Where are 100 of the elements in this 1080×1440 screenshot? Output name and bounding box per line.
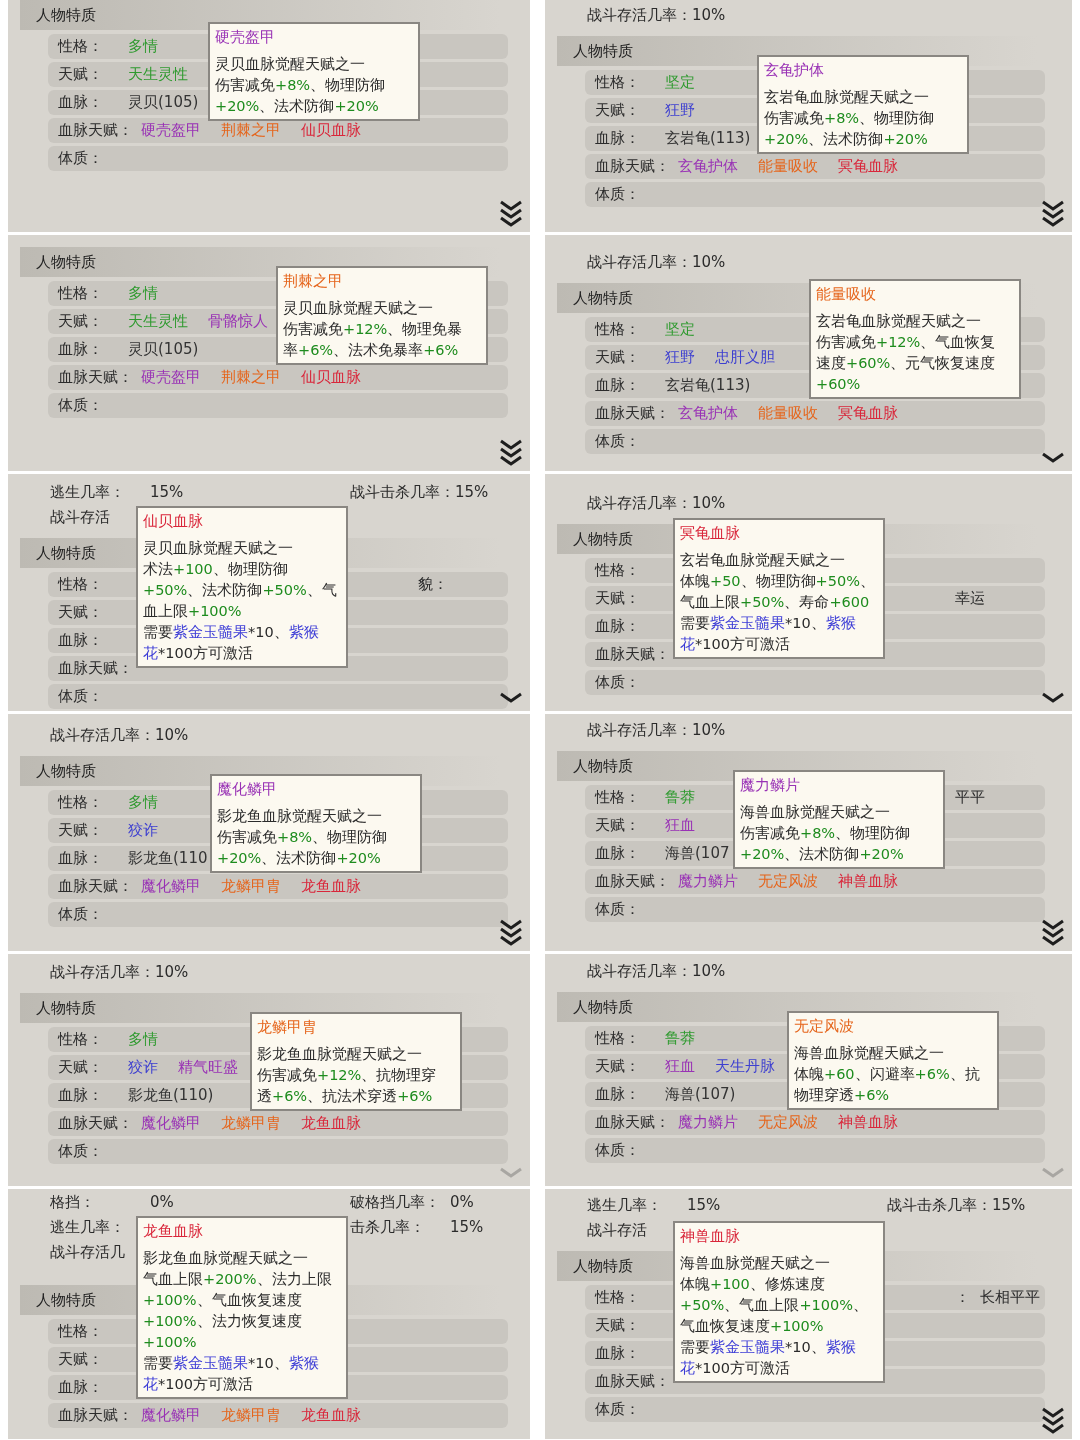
- tooltip-title: 神兽血脉: [680, 1226, 741, 1247]
- tooltip-text: 灵贝血脉觉醒天赋之一 伤害减免+8%、物理防御 +20%、法术防御+20%: [215, 55, 387, 116]
- attribute-label: 血脉天赋：: [595, 403, 670, 422]
- attribute-label: 天赋：: [58, 602, 103, 621]
- attribute-value: 海兽(107: [665, 842, 730, 864]
- stat-label: 逃生几率：: [587, 1196, 662, 1215]
- attribute-label: 性格：: [58, 1321, 103, 1340]
- stat-value: 10%: [155, 725, 189, 747]
- double-chevron-icon[interactable]: [1040, 198, 1066, 228]
- double-chevron-icon[interactable]: [1040, 1405, 1066, 1435]
- attribute-label: 血脉：: [58, 1377, 103, 1396]
- attribute-value: 硬壳盔甲: [141, 366, 201, 388]
- attribute-value: 神兽血脉: [838, 870, 898, 892]
- attribute-value: 鲁莽: [665, 1027, 695, 1049]
- chevron-icon[interactable]: [1040, 451, 1066, 465]
- attribute-label: 体质：: [595, 1140, 640, 1159]
- attribute-value: 多情: [128, 35, 158, 57]
- attribute-label: 血脉天赋：: [595, 1371, 670, 1390]
- attribute-value: 狂血: [665, 814, 695, 836]
- attribute-value: 龙鳞甲胄: [221, 875, 281, 897]
- stat-label: 战斗击杀几率：: [887, 1196, 992, 1215]
- attribute-label: 天赋：: [595, 1315, 640, 1334]
- attribute-value: 狂血: [665, 1055, 695, 1077]
- attribute-value: 忠肝义胆: [715, 346, 775, 368]
- attribute-value: 仙贝血脉: [301, 119, 361, 141]
- tooltip-text: 影龙鱼血脉觉醒天赋之一 伤害减免+12%、抗物理穿 透+6%、抗法术穿透+6%: [257, 1045, 438, 1106]
- attribute-value: 能量吸收: [758, 402, 818, 424]
- stat-value: 10%: [692, 5, 726, 27]
- stat-value: 10%: [155, 962, 189, 984]
- stat-label: 逃生几率：: [50, 483, 125, 502]
- tooltip-title: 龙鱼血脉: [143, 1221, 204, 1242]
- attribute-value: 龙鱼血脉: [301, 875, 361, 897]
- attribute-value: 魔化鳞甲: [141, 875, 201, 897]
- attribute-value: 荆棘之甲: [221, 119, 281, 141]
- attribute-label: 天赋：: [58, 1349, 103, 1368]
- stat-value: 15%: [150, 482, 184, 504]
- attribute-label: 体质：: [58, 1141, 103, 1160]
- attribute-label: 血脉：: [595, 1084, 640, 1103]
- attribute-value: 狡诈: [128, 1056, 158, 1078]
- attribute-value: 天生灵性: [128, 310, 188, 332]
- attribute-label: 血脉：: [595, 1343, 640, 1362]
- stat-value: 15%: [455, 482, 489, 504]
- double-chevron-icon[interactable]: [1040, 917, 1066, 947]
- stat-value: 15%: [992, 1195, 1026, 1217]
- attribute-value: 硬壳盔甲: [141, 119, 201, 141]
- stat-value: 0%: [450, 1192, 474, 1214]
- stat-label: 战斗存活: [587, 1221, 647, 1240]
- double-chevron-icon[interactable]: [498, 437, 524, 467]
- stat-value: 10%: [692, 252, 726, 274]
- attribute-label: 体质：: [595, 431, 640, 450]
- attribute-value: 天生灵性: [128, 63, 188, 85]
- tooltip-title: 硬壳盔甲: [215, 27, 276, 48]
- attribute-value: 玄龟护体: [678, 402, 738, 424]
- attribute-value: 玄龟护体: [678, 155, 738, 177]
- attribute-value: 坚定: [665, 71, 695, 93]
- attribute-value: 幸运: [955, 587, 985, 609]
- attribute-label: 血脉：: [58, 1085, 103, 1104]
- stat-label: 击杀几率：: [350, 1218, 425, 1237]
- double-chevron-icon[interactable]: [498, 917, 524, 947]
- attribute-label: 性格：: [58, 1029, 103, 1048]
- chevron-icon[interactable]: [498, 691, 524, 705]
- attribute-label: 性格：: [58, 792, 103, 811]
- attribute-value: 无定风波: [758, 1111, 818, 1133]
- tooltip-text: 灵贝血脉觉醒天赋之一 伤害减免+12%、物理免暴 率+6%、法术免暴率+6%: [283, 299, 464, 360]
- attribute-label: 体质：: [58, 395, 103, 414]
- attribute-value: ： 长相平平: [955, 1286, 1040, 1308]
- attribute-value: 坚定: [665, 318, 695, 340]
- attribute-value: 魔力鳞片: [678, 870, 738, 892]
- attribute-value: 狂野: [665, 99, 695, 121]
- attribute-label: 体质：: [58, 904, 103, 923]
- attribute-label: 血脉天赋：: [58, 120, 133, 139]
- double-chevron-icon[interactable]: [498, 198, 524, 228]
- tooltip-title: 仙贝血脉: [143, 511, 204, 532]
- attribute-value: 天生丹脉: [715, 1055, 775, 1077]
- attribute-value: 精气旺盛: [178, 1056, 238, 1078]
- attribute-value: 冥龟血脉: [838, 402, 898, 424]
- attribute-value: 龙鳞甲胄: [221, 1404, 281, 1426]
- stat-label: 破格挡几率：: [350, 1193, 440, 1212]
- attribute-label: 天赋：: [595, 100, 640, 119]
- attribute-label: 性格：: [58, 574, 103, 593]
- attribute-label: 血脉天赋：: [595, 871, 670, 890]
- attribute-label: 性格：: [595, 319, 640, 338]
- stat-value: 0%: [150, 1192, 174, 1214]
- tooltip-text: 海兽血脉觉醒天赋之一 体魄+60、闪避率+6%、抗 物理穿透+6%: [794, 1044, 981, 1105]
- attribute-value: 荆棘之甲: [221, 366, 281, 388]
- attribute-label: 性格：: [58, 283, 103, 302]
- attribute-label: 血脉天赋：: [595, 156, 670, 175]
- chevron-icon[interactable]: [1040, 691, 1066, 705]
- attribute-label: 体质：: [595, 184, 640, 203]
- tooltip-title: 能量吸收: [816, 284, 877, 305]
- attribute-label: 体质：: [58, 148, 103, 167]
- attribute-label: 体质：: [595, 672, 640, 691]
- attribute-label: 血脉天赋：: [58, 367, 133, 386]
- attribute-label: 性格：: [58, 36, 103, 55]
- attribute-label: 血脉：: [595, 375, 640, 394]
- attribute-label: 血脉：: [595, 128, 640, 147]
- attribute-value: 平平: [955, 786, 985, 808]
- stat-label: 战斗存活: [50, 508, 110, 527]
- attribute-label: 性格：: [595, 787, 640, 806]
- stat-label: 战斗存活几率：: [50, 726, 155, 745]
